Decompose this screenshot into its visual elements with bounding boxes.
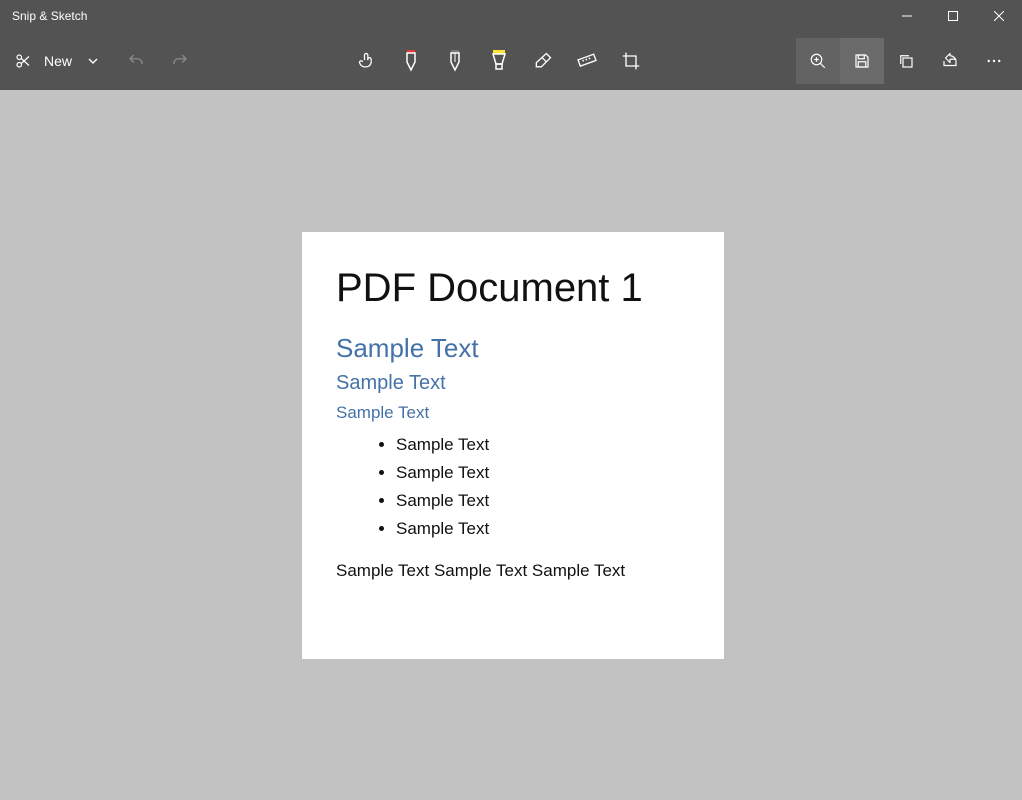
minimize-button[interactable] [884, 0, 930, 32]
pen-red-icon [402, 50, 420, 72]
chevron-down-icon [87, 55, 99, 67]
crop-button[interactable] [609, 38, 653, 84]
canvas-area[interactable]: PDF Document 1 Sample Text Sample Text S… [0, 90, 1022, 800]
window-controls [884, 0, 1022, 32]
list-item: Sample Text [396, 431, 690, 459]
doc-heading-2: Sample Text [336, 372, 690, 395]
list-item: Sample Text [396, 487, 690, 515]
new-label: New [44, 53, 72, 69]
pencil-icon [446, 50, 464, 72]
titlebar: Snip & Sketch [0, 0, 1022, 32]
share-button[interactable] [928, 38, 972, 84]
eraser-icon [533, 51, 553, 71]
copy-button[interactable] [884, 38, 928, 84]
window-title: Snip & Sketch [12, 9, 884, 23]
undo-button[interactable] [114, 38, 158, 84]
list-item: Sample Text [396, 459, 690, 487]
maximize-button[interactable] [930, 0, 976, 32]
touch-writing-button[interactable] [345, 38, 389, 84]
save-button[interactable] [840, 38, 884, 84]
ruler-button[interactable] [565, 38, 609, 84]
toolbar: New [0, 32, 1022, 90]
highlighter-icon [489, 50, 509, 72]
zoom-icon [809, 52, 827, 70]
doc-heading-3: Sample Text [336, 403, 690, 423]
crop-icon [621, 51, 641, 71]
eraser-button[interactable] [521, 38, 565, 84]
ruler-icon [577, 51, 597, 71]
copy-icon [897, 52, 915, 70]
share-icon [941, 52, 959, 70]
undo-icon [127, 52, 145, 70]
more-button[interactable] [972, 38, 1016, 84]
zoom-button[interactable] [796, 38, 840, 84]
pencil-button[interactable] [433, 38, 477, 84]
redo-icon [171, 52, 189, 70]
scissors-icon [14, 52, 32, 70]
list-item: Sample Text [396, 515, 690, 543]
ballpoint-pen-button[interactable] [389, 38, 433, 84]
new-snip-button[interactable]: New [6, 38, 78, 84]
captured-image: PDF Document 1 Sample Text Sample Text S… [302, 232, 724, 659]
new-snip-dropdown[interactable] [78, 38, 108, 84]
doc-heading-1: Sample Text [336, 333, 690, 364]
more-icon [985, 52, 1003, 70]
highlighter-button[interactable] [477, 38, 521, 84]
doc-paragraph: Sample Text Sample Text Sample Text [336, 561, 690, 581]
save-icon [853, 52, 871, 70]
touch-icon [357, 51, 377, 71]
doc-bullet-list: Sample Text Sample Text Sample Text Samp… [336, 431, 690, 543]
doc-title: PDF Document 1 [336, 266, 690, 311]
close-button[interactable] [976, 0, 1022, 32]
redo-button[interactable] [158, 38, 202, 84]
